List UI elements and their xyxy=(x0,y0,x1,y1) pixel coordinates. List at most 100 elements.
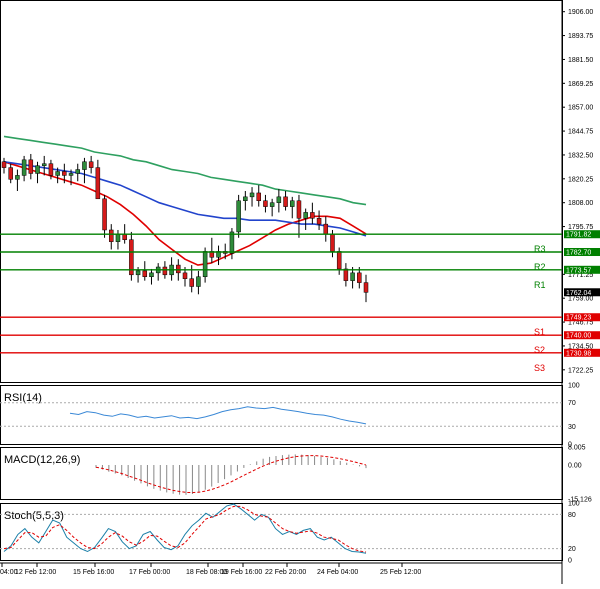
candle-body xyxy=(41,163,47,166)
candle xyxy=(196,270,201,295)
candle xyxy=(216,245,221,266)
level-name-r1: R1 xyxy=(534,280,546,290)
candle-body xyxy=(202,251,208,278)
current-price-label: 1762.04 xyxy=(566,290,591,297)
chart-root: 1906.00 1893.75 1881.50 1869.25 1857.00 1844.… xyxy=(0,0,600,584)
indicator-name: Stoch(5,5,3) xyxy=(4,510,64,522)
candle xyxy=(155,263,161,281)
candle-body xyxy=(330,233,335,252)
time-tick-label: 15 Feb 16:00 xyxy=(73,569,114,576)
level-name-s2: S2 xyxy=(534,345,545,355)
rsi-level-label: 30 xyxy=(568,424,576,431)
level-price-label-r1: 1773.57 xyxy=(566,267,591,274)
candle xyxy=(243,191,248,211)
main-pane-frame xyxy=(0,0,563,383)
candle-body xyxy=(8,167,13,180)
price-tick-label: 1820.25 xyxy=(568,176,593,183)
candle-body xyxy=(1,161,7,168)
stoch-level-label: 80 xyxy=(568,512,576,519)
candle-body xyxy=(256,192,261,201)
candle-body xyxy=(135,270,141,276)
candle-body xyxy=(68,173,74,176)
candle xyxy=(129,231,134,281)
candle xyxy=(15,169,20,191)
candle xyxy=(21,155,27,182)
time-tick-label: 24 Feb 04:00 xyxy=(317,569,358,576)
candle-body xyxy=(35,165,40,174)
chart-canvas: 1906.00 1893.75 1881.50 1869.25 1857.00 1844.… xyxy=(0,0,600,584)
candle-body xyxy=(182,272,188,279)
candle xyxy=(109,224,114,250)
candle-body xyxy=(142,270,148,278)
time-tick-label: 12 Feb 12:00 xyxy=(15,569,56,576)
candle-body xyxy=(62,171,67,176)
candle-body xyxy=(357,272,362,283)
candle-body xyxy=(88,161,94,168)
candle-body xyxy=(95,167,101,200)
time-tick-label: 17 Feb 00:00 xyxy=(129,569,170,576)
candle xyxy=(263,194,268,213)
time-tick-label: 22 Feb 20:00 xyxy=(265,569,306,576)
candle-body xyxy=(55,171,60,176)
price-tick-label: 1857.00 xyxy=(568,105,593,112)
candle xyxy=(363,274,369,303)
candle xyxy=(316,210,322,230)
candle-body xyxy=(296,200,302,219)
stoch-pane-frame xyxy=(0,503,563,561)
candle xyxy=(95,159,101,200)
level-price-label-s2: 1740.00 xyxy=(566,333,591,340)
candle-body xyxy=(316,218,322,225)
price-tick-label: 1906.00 xyxy=(568,9,593,16)
price-tick-label: 1832.50 xyxy=(568,152,593,159)
candle xyxy=(169,257,174,281)
candle-body xyxy=(189,278,194,287)
price-tick-label: 1881.50 xyxy=(568,57,593,64)
candle xyxy=(249,187,255,207)
macd-level-label: 8.005 xyxy=(568,445,586,452)
candle-body xyxy=(109,229,114,242)
candle-body xyxy=(290,200,295,207)
candle xyxy=(296,194,302,238)
candle-body xyxy=(149,272,154,278)
candle-body xyxy=(363,282,369,293)
candle-body xyxy=(303,212,308,219)
candle xyxy=(35,161,40,184)
price-tick-label: 1869.25 xyxy=(568,81,593,88)
level-price-label-s1: 1749.23 xyxy=(566,315,591,322)
candle-body xyxy=(269,202,275,207)
candle-body xyxy=(48,163,54,176)
candle-body xyxy=(283,196,288,207)
candle xyxy=(28,153,34,180)
candle-body xyxy=(21,159,27,176)
candle xyxy=(202,247,208,283)
rsi-level-label: 100 xyxy=(568,383,580,390)
rsi-pane-frame xyxy=(0,385,563,445)
level-price-label-r2: 1782.70 xyxy=(566,250,591,257)
candle xyxy=(149,268,154,285)
candle-body xyxy=(350,272,355,281)
candle xyxy=(256,185,261,207)
candle xyxy=(75,163,80,182)
candle-body xyxy=(15,175,20,180)
candle xyxy=(310,202,315,225)
rsi-level-label: 70 xyxy=(568,400,576,407)
candle-body xyxy=(249,192,255,198)
candle xyxy=(142,261,148,281)
price-tick-label: 1808.00 xyxy=(568,200,593,207)
candle xyxy=(88,155,94,174)
candle xyxy=(323,216,329,242)
stoch-level-label: 20 xyxy=(568,546,576,553)
indicator-name: MACD(12,26,9) xyxy=(4,454,80,466)
candle-body xyxy=(243,196,248,201)
candle xyxy=(283,191,288,211)
stoch-level-label: 0 xyxy=(568,558,572,565)
price-tick-label: 1893.75 xyxy=(568,33,593,40)
candle-body xyxy=(229,231,235,254)
candle xyxy=(1,157,7,174)
candle-body xyxy=(82,161,87,170)
candle-body xyxy=(28,159,34,174)
candle-body xyxy=(75,169,80,174)
rsi-line xyxy=(69,406,367,425)
macd-pane-frame xyxy=(0,447,563,500)
level-name-s3: S3 xyxy=(534,363,545,373)
